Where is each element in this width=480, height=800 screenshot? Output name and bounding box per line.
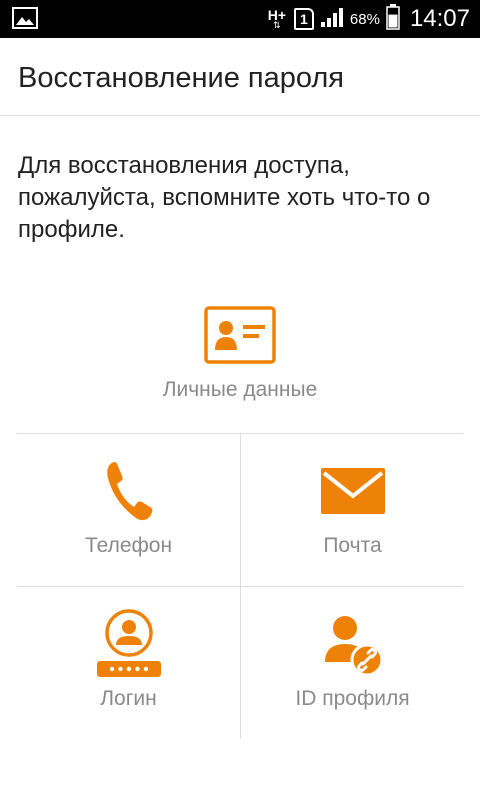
phone-icon bbox=[104, 456, 154, 526]
mail-option[interactable]: Почта bbox=[241, 434, 464, 584]
status-bar: H+ ⇅ 1 68% 14:07 bbox=[0, 0, 480, 38]
mail-label: Почта bbox=[323, 534, 382, 557]
login-label: Логин bbox=[100, 687, 157, 710]
data-arrows-icon: ⇅ bbox=[273, 19, 281, 30]
profile-id-label: ID профиля bbox=[295, 687, 410, 710]
network-type-indicator: H+ ⇅ bbox=[266, 6, 288, 30]
phone-label: Телефон bbox=[84, 534, 173, 557]
profile-id-option[interactable]: ID профиля bbox=[241, 587, 464, 737]
clock: 14:07 bbox=[409, 5, 470, 32]
mail-icon bbox=[320, 456, 386, 526]
battery-icon bbox=[386, 3, 400, 35]
login-user-icon bbox=[95, 609, 163, 679]
personal-data-option[interactable]: Личные данные bbox=[0, 292, 480, 432]
personal-data-label: Личные данные bbox=[162, 378, 318, 401]
app-header: Восстановление пароля bbox=[0, 38, 480, 116]
network-type-label: H+ bbox=[267, 6, 287, 23]
sim-slot-badge: 1 bbox=[293, 8, 314, 30]
page-title: Восстановление пароля bbox=[18, 62, 344, 94]
login-option[interactable]: Логин bbox=[17, 587, 240, 737]
id-card-icon bbox=[204, 306, 276, 364]
instructions-text: Для восстановления доступа, пожалуйста, … bbox=[18, 152, 431, 243]
battery-percent: 68% bbox=[349, 10, 380, 28]
signal-strength-icon bbox=[320, 6, 344, 33]
gallery-notification-icon bbox=[12, 7, 38, 34]
phone-option[interactable]: Телефон bbox=[17, 434, 240, 584]
user-link-icon bbox=[323, 609, 383, 679]
